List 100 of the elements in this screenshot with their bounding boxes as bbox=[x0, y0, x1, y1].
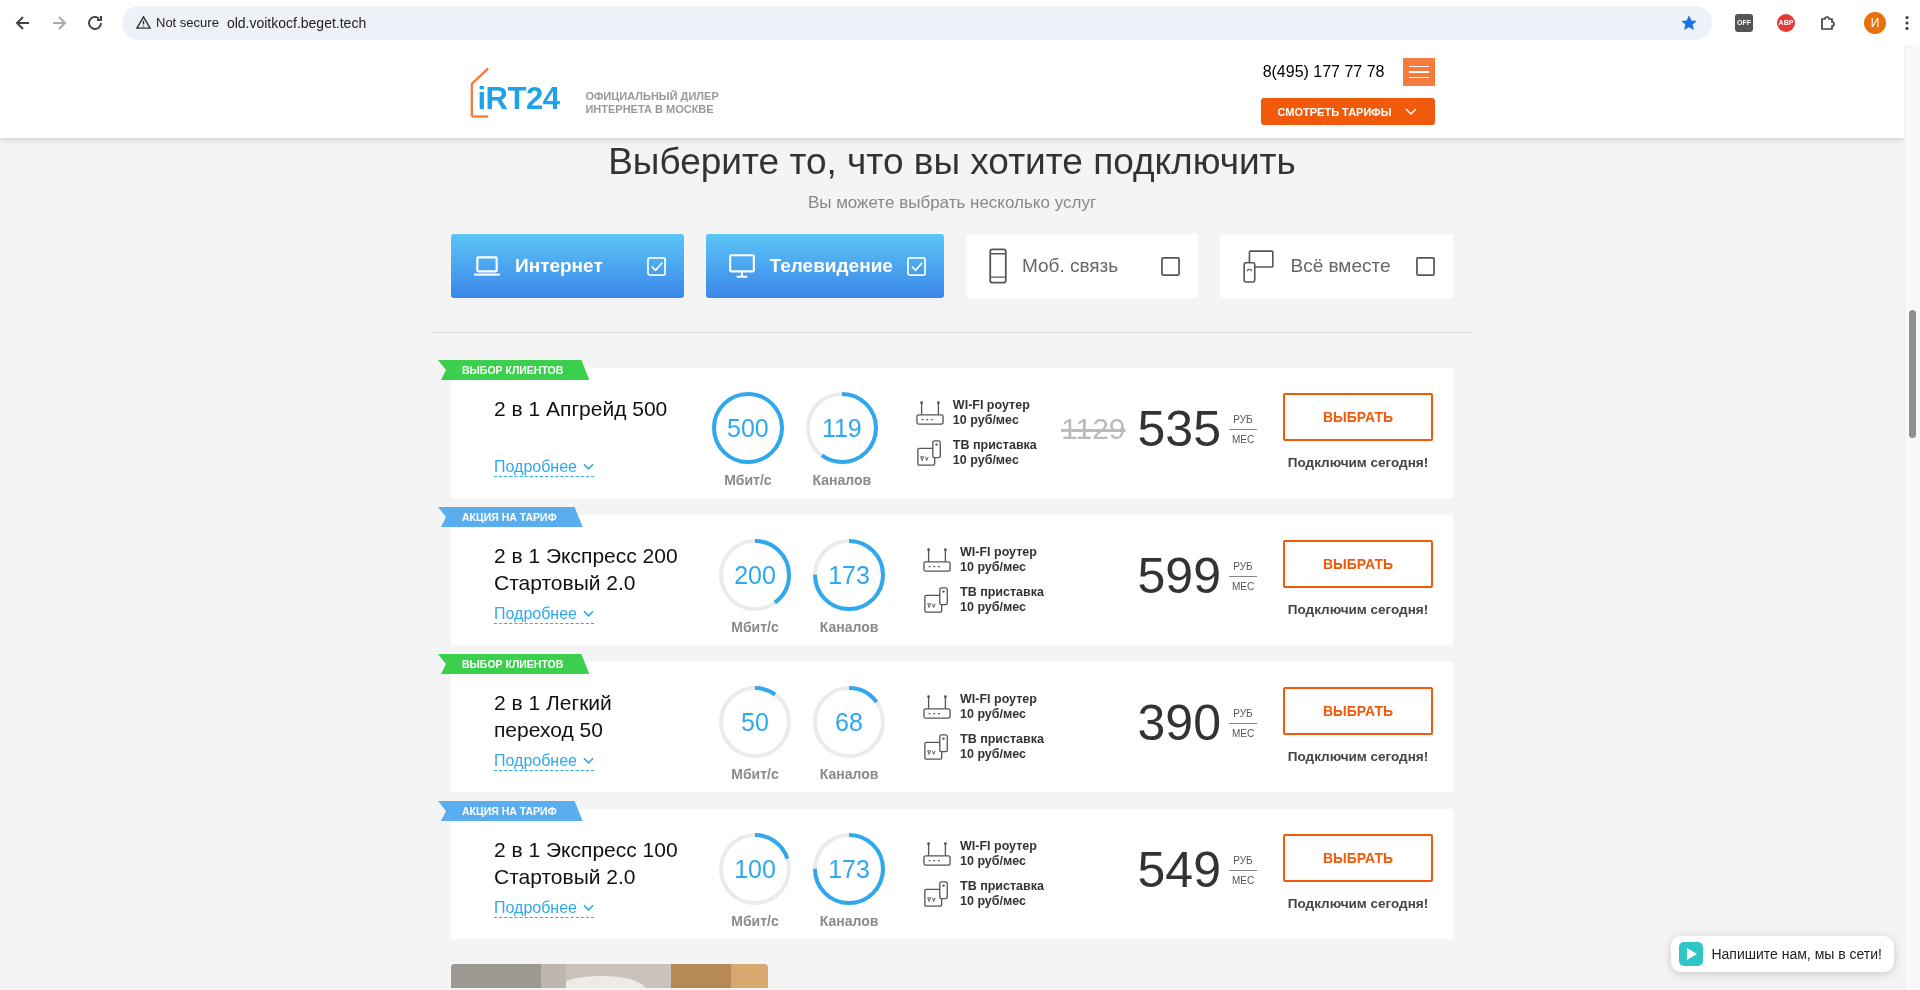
extra-label: ТВ приставка bbox=[960, 879, 1044, 894]
tv-box-icon bbox=[923, 733, 951, 761]
section-subtitle: Вы можете выбрать несколько услуг bbox=[807, 193, 1097, 213]
details-link[interactable]: Подробнее bbox=[494, 458, 594, 477]
extra-label: WI-FI роутер bbox=[960, 545, 1037, 560]
monitor-icon bbox=[727, 253, 756, 279]
service-tile[interactable]: Всё вместе bbox=[1220, 234, 1453, 298]
checkbox[interactable] bbox=[1161, 256, 1181, 276]
extra-price: 10 руб/мес bbox=[960, 560, 1027, 575]
tagline: ОФИЦИАЛЬНЫЙ ДИЛЕР ИНТЕРНЕТА В МОСКВЕ bbox=[585, 89, 719, 116]
play-icon bbox=[1679, 942, 1704, 966]
gauge-label: Каналов bbox=[819, 913, 879, 929]
details-link[interactable]: Подробнее bbox=[494, 752, 594, 771]
laptop-icon bbox=[473, 254, 501, 278]
choose-button[interactable]: ВЫБРАТЬ bbox=[1283, 833, 1433, 882]
ribbon-badge: ВЫБОР КЛИЕНТОВ bbox=[438, 654, 590, 674]
choose-button[interactable]: ВЫБРАТЬ bbox=[1283, 392, 1433, 441]
extra-label: ТВ приставка bbox=[960, 732, 1044, 747]
extra-label: ТВ приставка bbox=[960, 585, 1044, 600]
currency-label: РУБ bbox=[1233, 854, 1253, 866]
star-icon[interactable] bbox=[1680, 13, 1698, 32]
section-title: Выберите то, что вы хотите подключить bbox=[608, 141, 1296, 183]
tv-box-icon bbox=[923, 880, 951, 908]
note-text: Подключим сегодня! bbox=[1287, 601, 1429, 617]
ribbon-badge: АКЦИЯ НА ТАРИФ bbox=[438, 801, 583, 821]
extra-price: 10 руб/мес bbox=[952, 453, 1020, 468]
extra-price: 10 руб/мес bbox=[952, 413, 1020, 428]
old-price: 1129 bbox=[1061, 412, 1126, 446]
price: 535 bbox=[1137, 400, 1221, 458]
choose-button[interactable]: ВЫБРАТЬ bbox=[1283, 539, 1433, 588]
gauge-value: 173 bbox=[828, 560, 870, 590]
gauge-value: 173 bbox=[828, 854, 870, 884]
currency-label: РУБ bbox=[1233, 707, 1253, 719]
profile-avatar[interactable]: И bbox=[1864, 11, 1886, 34]
menu-icon[interactable] bbox=[1904, 13, 1910, 32]
site-header: iRT24 ОФИЦИАЛЬНЫЙ ДИЛЕР ИНТЕРНЕТА В МОСКВЕ 8(495) 177 77 78 СМОТРЕТЬ ТАРИФЫ bbox=[0, 45, 1904, 138]
router-icon bbox=[915, 399, 944, 427]
period-label: МЕС bbox=[1231, 727, 1255, 739]
extra-price: 10 руб/мес bbox=[960, 854, 1027, 869]
address-bar[interactable]: Not secure old.voitkocf.beget.tech bbox=[122, 5, 1712, 40]
devices-icon bbox=[1242, 249, 1277, 283]
chevron-icon bbox=[583, 463, 594, 471]
choose-button[interactable]: ВЫБРАТЬ bbox=[1283, 686, 1433, 735]
gauge-label: Каналов bbox=[819, 766, 879, 782]
ribbon-badge: ВЫБОР КЛИЕНТОВ bbox=[438, 360, 590, 380]
extra-label: ТВ приставка bbox=[952, 438, 1037, 453]
service-tile[interactable]: Телевидение bbox=[705, 234, 944, 298]
extra-label: WI-FI роутер bbox=[960, 692, 1037, 707]
extra-label: WI-FI роутер bbox=[952, 398, 1030, 413]
logo-text: iRT24 bbox=[477, 82, 560, 114]
tariff-name: 2 в 1 Экспресс 200 Стартовый 2.0 bbox=[494, 543, 679, 596]
gauge-label: Мбит/с bbox=[724, 472, 772, 488]
chevron-icon bbox=[583, 757, 594, 765]
details-link[interactable]: Подробнее bbox=[494, 899, 594, 918]
tariff-name: 2 в 1 Легкий переход 50 bbox=[494, 690, 613, 743]
extra-price: 10 руб/мес bbox=[960, 894, 1027, 909]
phone-icon bbox=[987, 248, 1008, 284]
period-label: МЕС bbox=[1231, 433, 1255, 445]
note-text: Подключим сегодня! bbox=[1287, 748, 1429, 764]
period-label: МЕС bbox=[1231, 580, 1255, 592]
ribbon-badge: АКЦИЯ НА ТАРИФ bbox=[438, 507, 583, 527]
router-icon bbox=[923, 840, 951, 868]
router-icon bbox=[923, 546, 951, 574]
gauge-value: 119 bbox=[821, 413, 862, 443]
gauge-value: 50 bbox=[741, 707, 769, 737]
price: 599 bbox=[1137, 547, 1221, 605]
gauge-value: 68 bbox=[835, 707, 863, 737]
tv-box-icon bbox=[923, 586, 951, 614]
gauge-label: Каналов bbox=[819, 619, 879, 635]
gauge-value: 100 bbox=[734, 854, 776, 884]
gauge-value: 500 bbox=[727, 413, 769, 443]
tariffs-button[interactable]: СМОТРЕТЬ ТАРИФЫ bbox=[1260, 98, 1435, 125]
currency-label: РУБ bbox=[1233, 560, 1253, 572]
price: 549 bbox=[1137, 841, 1221, 899]
gauge-label: Мбит/с bbox=[731, 913, 779, 929]
service-tile[interactable]: Моб. связь bbox=[965, 234, 1199, 298]
period-label: МЕС bbox=[1231, 874, 1255, 886]
checkbox[interactable] bbox=[1416, 256, 1435, 276]
note-text: Подключим сегодня! bbox=[1287, 895, 1429, 911]
gauge-value: 200 bbox=[734, 560, 776, 590]
scrollbar[interactable] bbox=[1904, 45, 1920, 990]
extra-price: 10 руб/мес bbox=[960, 707, 1027, 722]
price: 390 bbox=[1137, 694, 1221, 752]
menu-button[interactable] bbox=[1402, 58, 1435, 86]
currency-label: РУБ bbox=[1233, 413, 1253, 425]
security-label: Not secure bbox=[156, 15, 219, 30]
chat-widget[interactable]: Напишите нам, мы в сети! bbox=[1671, 936, 1894, 972]
service-tile[interactable]: Интернет bbox=[451, 234, 684, 298]
chevron-icon bbox=[583, 904, 594, 912]
gauge-label: Мбит/с bbox=[731, 619, 779, 635]
extra-label: WI-FI роутер bbox=[960, 839, 1037, 854]
chat-text: Напишите нам, мы в сети! bbox=[1711, 946, 1882, 962]
extra-price: 10 руб/мес bbox=[960, 600, 1027, 615]
gauge-label: Каналов bbox=[812, 472, 872, 488]
tariff-name: 2 в 1 Апгрейд 500 bbox=[494, 396, 669, 422]
note-text: Подключим сегодня! bbox=[1287, 454, 1429, 470]
tv-box-icon bbox=[915, 439, 944, 467]
extra-price: 10 руб/мес bbox=[960, 747, 1027, 762]
details-link[interactable]: Подробнее bbox=[494, 605, 594, 624]
tariff-name: 2 в 1 Экспресс 100 Стартовый 2.0 bbox=[494, 837, 679, 890]
